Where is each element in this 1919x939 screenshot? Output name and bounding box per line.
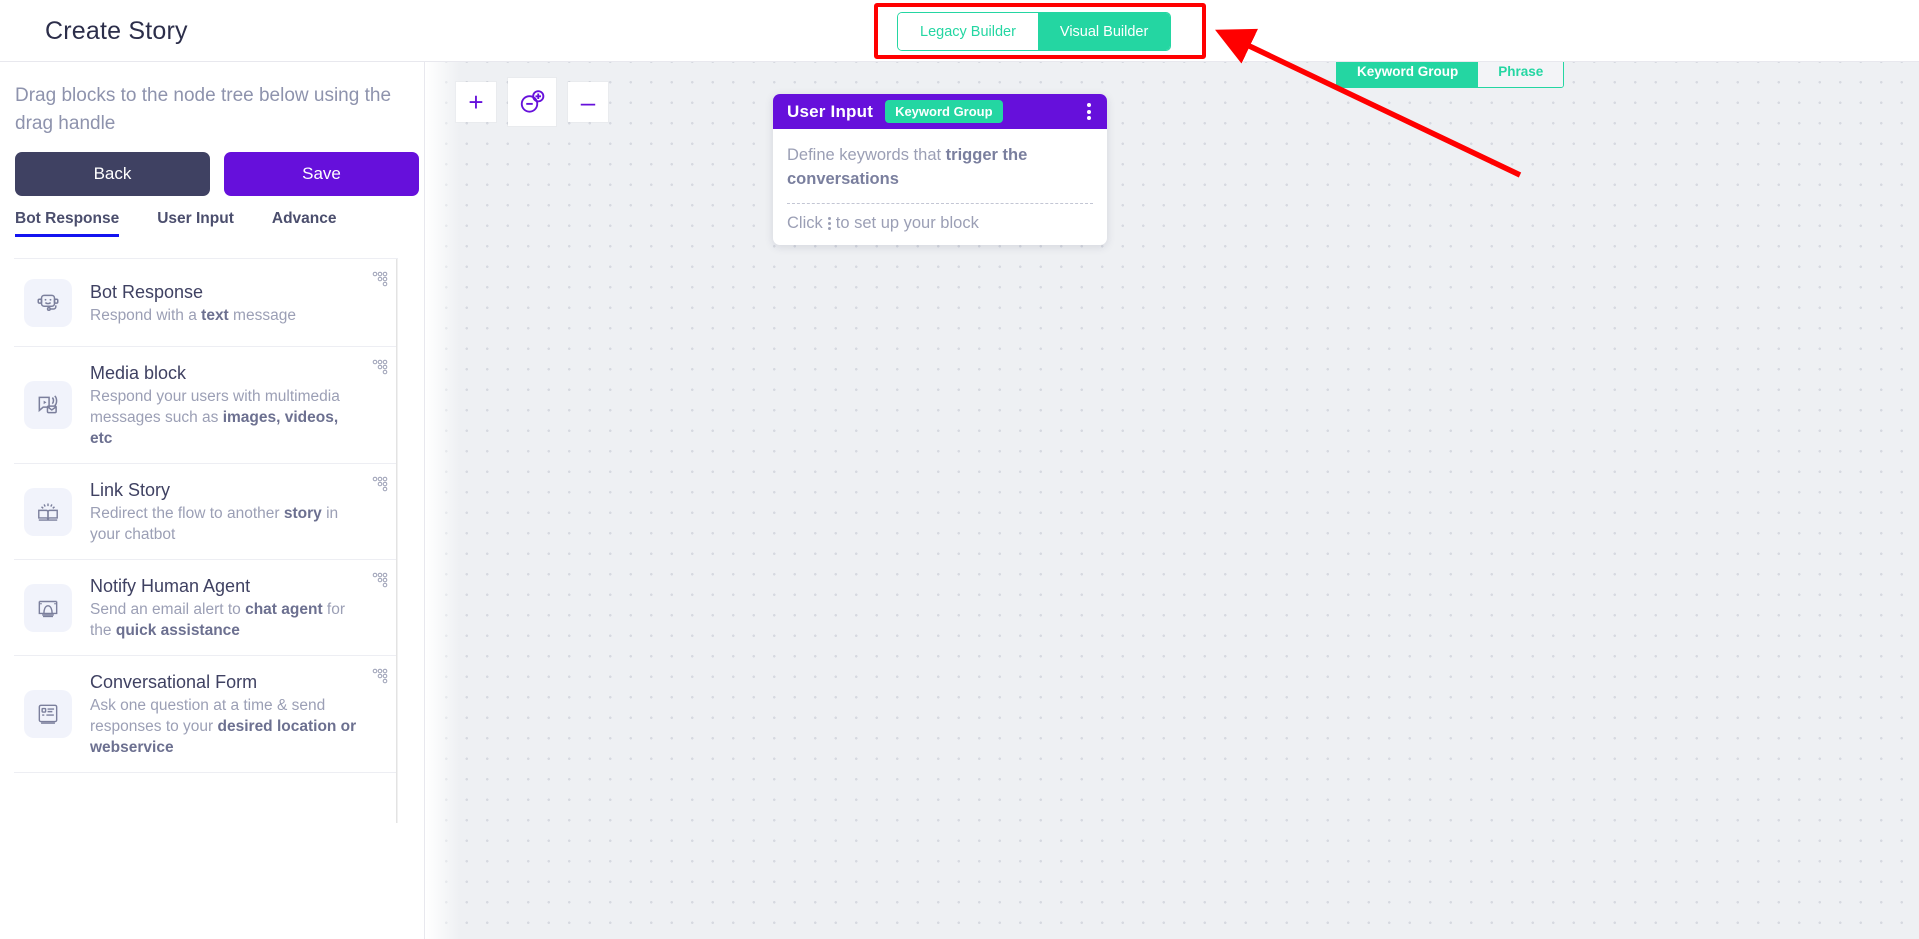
block-description: Ask one question at a time & send respon… xyxy=(90,697,357,756)
form-list-icon xyxy=(24,690,72,738)
block-item-link-story[interactable]: Link Story Redirect the flow to another … xyxy=(14,464,398,560)
node-card-title: User Input xyxy=(787,101,874,121)
block-title: Notify Human Agent xyxy=(90,576,251,596)
scroll-up-arrow-icon[interactable] xyxy=(397,259,398,275)
visual-builder-button[interactable]: Visual Builder xyxy=(1037,13,1171,50)
user-input-node-card[interactable]: User Input Keyword Group Define keywords… xyxy=(773,94,1107,245)
block-item-conversational-form[interactable]: Conversational Form Ask one question at … xyxy=(14,656,398,773)
canvas-left-fade xyxy=(426,62,460,939)
zoom-controls: + – xyxy=(456,78,608,126)
drag-handle-dots-icon[interactable] xyxy=(372,359,388,375)
vertical-dots-menu-icon[interactable] xyxy=(1083,99,1095,124)
media-play-mail-icon xyxy=(24,381,72,429)
sidebar-action-buttons: Back Save xyxy=(15,152,419,196)
block-description: Respond with a text message xyxy=(90,306,296,324)
drag-handle-dots-icon[interactable] xyxy=(372,668,388,684)
top-bar: Create Story Legacy Builder Visual Build… xyxy=(0,0,1919,62)
drag-handle-dots-icon[interactable] xyxy=(372,476,388,492)
block-item-notify-human-agent[interactable]: Notify Human Agent Send an email alert t… xyxy=(14,560,398,656)
node-card-hint: Click to set up your block xyxy=(787,214,1093,233)
node-tab-keyword-group[interactable]: Keyword Group xyxy=(1337,62,1479,87)
zoom-out-button[interactable]: – xyxy=(568,82,608,122)
block-item-media-block[interactable]: Media block Respond your users with mult… xyxy=(14,347,398,464)
legacy-builder-button[interactable]: Legacy Builder xyxy=(898,13,1038,50)
sidebar-scrollbar[interactable] xyxy=(396,259,398,823)
node-tab-phrase[interactable]: Phrase xyxy=(1478,62,1564,87)
block-title: Link Story xyxy=(90,480,171,500)
node-hint-after: to set up your block xyxy=(835,214,979,232)
drag-hint-text: Drag blocks to the node tree below using… xyxy=(15,85,392,134)
tab-advance[interactable]: Advance xyxy=(272,210,337,237)
notification-bell-screen-icon xyxy=(24,583,72,632)
node-card-body: Define keywords that trigger the convers… xyxy=(773,129,1107,245)
open-book-icon xyxy=(24,487,72,536)
back-button[interactable]: Back xyxy=(15,152,210,196)
block-title: Conversational Form xyxy=(90,672,258,692)
zoom-in-button[interactable]: + xyxy=(456,82,496,122)
sidebar-tabs: Bot Response User Input Advance xyxy=(15,210,375,237)
save-button[interactable]: Save xyxy=(224,152,419,196)
zoom-reset-button[interactable] xyxy=(508,78,556,126)
page-title: Create Story xyxy=(45,17,188,45)
scroll-down-arrow-icon[interactable] xyxy=(397,808,398,823)
flow-canvas[interactable]: + – Keyword Group Phrase User Input Keyw… xyxy=(426,62,1919,939)
block-description: Redirect the flow to another story in yo… xyxy=(90,505,339,543)
drag-handle-dots-icon[interactable] xyxy=(372,271,388,287)
node-card-description: Define keywords that trigger the convers… xyxy=(787,146,1028,188)
node-type-tabs: Keyword Group Phrase xyxy=(1336,62,1565,88)
zoom-reset-icon xyxy=(520,90,545,113)
block-title: Media block xyxy=(90,363,187,383)
drag-handle-dots-icon[interactable] xyxy=(372,572,388,588)
node-card-badge: Keyword Group xyxy=(885,100,1003,123)
block-description: Send an email alert to chat agent for th… xyxy=(90,601,346,639)
tab-user-input[interactable]: User Input xyxy=(157,210,234,237)
node-hint-before: Click xyxy=(787,214,823,232)
builder-mode-toggle[interactable]: Legacy Builder Visual Builder xyxy=(897,12,1172,51)
bot-face-icon xyxy=(24,278,72,327)
node-card-header: User Input Keyword Group xyxy=(773,94,1107,129)
block-title: Bot Response xyxy=(90,281,204,302)
node-card-divider xyxy=(787,203,1093,204)
block-description: Respond your users with multimedia messa… xyxy=(90,388,340,447)
blocks-sidebar: Drag blocks to the node tree below using… xyxy=(0,62,425,939)
inline-dots-menu-icon xyxy=(827,217,831,230)
block-item-bot-response[interactable]: Bot Response Respond with a text message xyxy=(14,259,398,347)
block-list: Bot Response Respond with a text message xyxy=(14,258,398,823)
tab-bot-response[interactable]: Bot Response xyxy=(15,210,120,237)
